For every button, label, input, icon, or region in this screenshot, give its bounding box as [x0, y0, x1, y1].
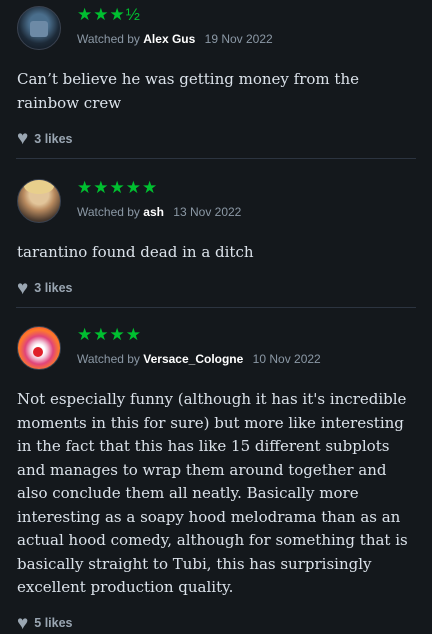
star-rating: ★★★★★: [77, 178, 159, 197]
heart-icon[interactable]: ♥: [17, 279, 28, 298]
likes-label: 5 likes: [34, 616, 73, 630]
username-link[interactable]: Alex Gus: [143, 32, 195, 46]
star-rating: ★★★½: [77, 5, 141, 24]
review-date: 10 Nov 2022: [252, 352, 321, 366]
star-rating: ★★★★: [77, 325, 142, 344]
like-count[interactable]: ♥ 3 likes: [17, 129, 416, 148]
review-text[interactable]: Can’t believe he was getting money from …: [17, 68, 416, 115]
watched-by-line: Watched by Versace_Cologne 10 Nov 2022: [77, 352, 321, 366]
watched-by-line: Watched by ash 13 Nov 2022: [77, 205, 241, 219]
review-text[interactable]: tarantino found dead in a ditch: [17, 241, 416, 265]
review-card: ★★★½ Watched by Alex Gus 19 Nov 2022 Can…: [0, 0, 432, 158]
like-count[interactable]: ♥ 5 likes: [17, 614, 416, 633]
review-card: ★★★★ Watched by Versace_Cologne 10 Nov 2…: [0, 308, 432, 633]
review-date: 13 Nov 2022: [173, 205, 242, 219]
user-avatar[interactable]: [17, 179, 61, 223]
heart-icon[interactable]: ♥: [17, 614, 28, 633]
likes-label: 3 likes: [34, 281, 73, 295]
watched-by-line: Watched by Alex Gus 19 Nov 2022: [77, 32, 273, 46]
like-count[interactable]: ♥ 3 likes: [17, 279, 416, 298]
username-link[interactable]: ash: [143, 205, 164, 219]
review-date: 19 Nov 2022: [204, 32, 273, 46]
user-avatar[interactable]: [17, 326, 61, 370]
review-text[interactable]: Not especially funny (although it has it…: [17, 388, 416, 600]
heart-icon[interactable]: ♥: [17, 129, 28, 148]
likes-label: 3 likes: [34, 131, 73, 146]
username-link[interactable]: Versace_Cologne: [143, 352, 243, 366]
watched-by-label: Watched by: [77, 205, 140, 219]
watched-by-label: Watched by: [77, 352, 140, 366]
review-card: ★★★★★ Watched by ash 13 Nov 2022 taranti…: [0, 159, 432, 307]
watched-by-label: Watched by: [77, 32, 140, 46]
user-avatar[interactable]: [17, 6, 61, 50]
